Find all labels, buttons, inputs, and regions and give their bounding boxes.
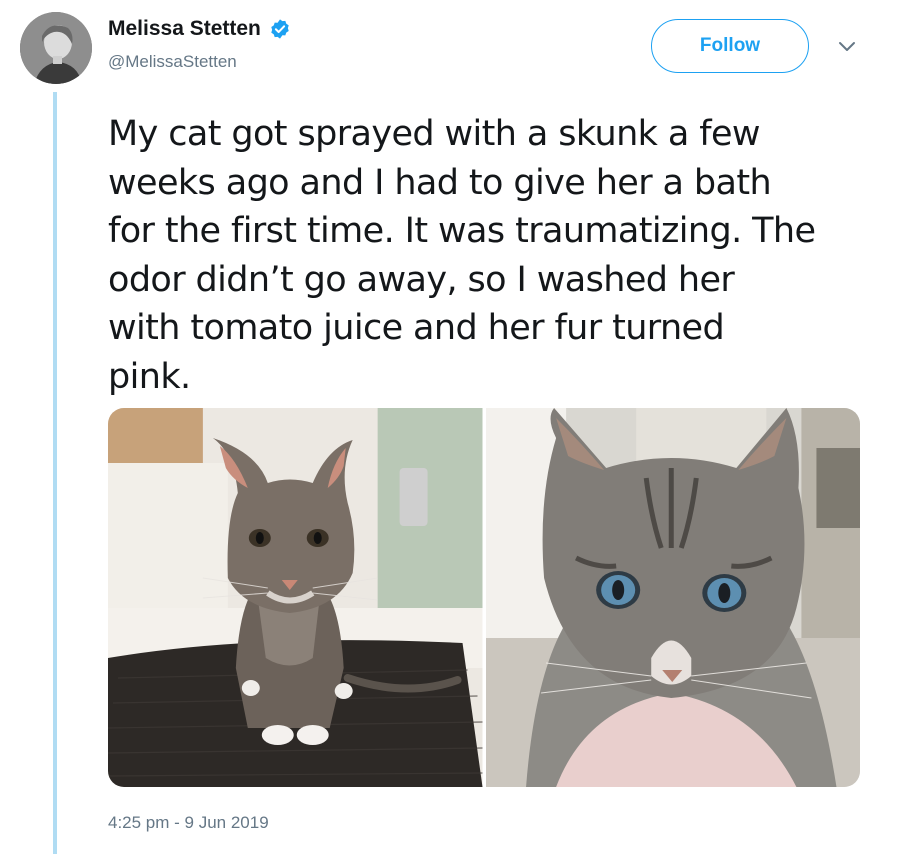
tweet-text: My cat got sprayed with a skunk a few we… <box>108 114 816 397</box>
display-name[interactable]: Melissa Stetten <box>108 14 261 44</box>
media-grid <box>108 408 860 787</box>
verified-badge-icon <box>269 18 291 40</box>
avatar-photo <box>20 12 92 84</box>
avatar[interactable] <box>20 12 92 84</box>
tweet-header: Melissa Stetten @MelissaStetten <box>108 14 291 72</box>
user-handle[interactable]: @MelissaStetten <box>108 52 291 72</box>
tweet-timestamp[interactable]: 4:25 pm - 9 Jun 2019 <box>108 813 269 833</box>
thread-line <box>53 92 57 854</box>
chevron-down-icon[interactable] <box>836 38 858 56</box>
photo-pink-cat[interactable] <box>485 408 860 787</box>
name-row: Melissa Stetten <box>108 14 291 44</box>
follow-button[interactable]: Follow <box>651 19 809 73</box>
photo-wet-cat[interactable] <box>108 408 483 787</box>
